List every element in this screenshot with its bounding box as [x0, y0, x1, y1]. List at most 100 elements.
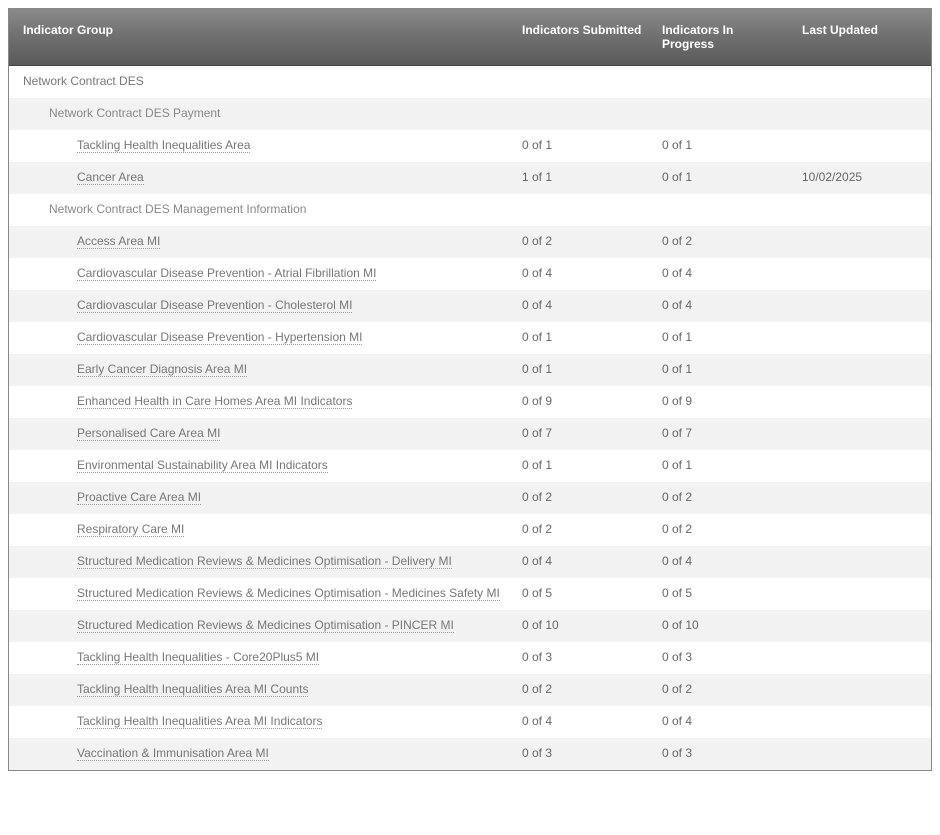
indicators-submitted-cell: 0 of 4 — [512, 290, 652, 320]
indicator-group-cell: Respiratory Care MI — [9, 514, 512, 544]
indicators-submitted-cell: 0 of 1 — [512, 450, 652, 480]
indicators-in-progress-cell: 0 of 2 — [652, 226, 792, 256]
indicator-group-cell: Enhanced Health in Care Homes Area MI In… — [9, 386, 512, 416]
table-body: Network Contract DESNetwork Contract DES… — [9, 66, 931, 770]
indicators-submitted-cell: 0 of 4 — [512, 706, 652, 736]
indicators-submitted-cell: 0 of 2 — [512, 226, 652, 256]
indicator-group-link[interactable]: Structured Medication Reviews & Medicine… — [77, 586, 500, 601]
indicators-submitted-cell: 0 of 4 — [512, 546, 652, 576]
table-row: Proactive Care Area MI0 of 20 of 2 — [9, 482, 931, 514]
indicator-group-link[interactable]: Structured Medication Reviews & Medicine… — [77, 618, 454, 633]
indicator-group-cell: Tackling Health Inequalities Area — [9, 130, 512, 160]
last-updated-cell — [792, 514, 932, 530]
indicator-group-link[interactable]: Structured Medication Reviews & Medicine… — [77, 554, 452, 569]
indicators-submitted-cell: 0 of 7 — [512, 418, 652, 448]
indicators-in-progress-cell: 0 of 7 — [652, 418, 792, 448]
indicator-group-link[interactable]: Tackling Health Inequalities Area MI Ind… — [77, 714, 322, 729]
indicator-group-cell: Personalised Care Area MI — [9, 418, 512, 448]
indicator-group-link[interactable]: Cardiovascular Disease Prevention - Atri… — [77, 266, 376, 281]
indicators-in-progress-cell — [652, 66, 792, 82]
table-row: Early Cancer Diagnosis Area MI 0 of 10 of… — [9, 354, 931, 386]
indicator-group-cell: Vaccination & Immunisation Area MI — [9, 738, 512, 768]
indicator-group-cell: Proactive Care Area MI — [9, 482, 512, 512]
indicators-in-progress-cell: 0 of 4 — [652, 546, 792, 576]
last-updated-cell — [792, 706, 932, 722]
header-last-updated[interactable]: Last Updated — [792, 9, 932, 65]
header-indicator-group[interactable]: Indicator Group — [9, 9, 512, 65]
table-row: Cardiovascular Disease Prevention - Hype… — [9, 322, 931, 354]
indicators-submitted-cell: 0 of 10 — [512, 610, 652, 640]
indicators-submitted-cell: 0 of 9 — [512, 386, 652, 416]
indicators-submitted-cell — [512, 194, 652, 210]
last-updated-cell — [792, 66, 932, 82]
indicator-group-link[interactable]: Enhanced Health in Care Homes Area MI In… — [77, 394, 352, 409]
indicator-group-link[interactable]: Respiratory Care MI — [77, 522, 184, 537]
indicator-group-cell: Tackling Health Inequalities Area MI Cou… — [9, 674, 512, 704]
table-row: Access Area MI 0 of 20 of 2 — [9, 226, 931, 258]
table-row: Structured Medication Reviews & Medicine… — [9, 610, 931, 642]
indicator-group-cell: Cardiovascular Disease Prevention - Atri… — [9, 258, 512, 288]
indicators-submitted-cell: 0 of 1 — [512, 354, 652, 384]
last-updated-cell — [792, 98, 932, 114]
indicator-group-link[interactable]: Cardiovascular Disease Prevention - Chol… — [77, 298, 352, 313]
indicators-in-progress-cell: 0 of 2 — [652, 514, 792, 544]
indicators-submitted-cell: 0 of 3 — [512, 738, 652, 768]
last-updated-cell — [792, 450, 932, 466]
last-updated-cell — [792, 418, 932, 434]
indicator-group-link[interactable]: Access Area MI — [77, 234, 160, 249]
indicators-in-progress-cell: 0 of 2 — [652, 674, 792, 704]
indicators-submitted-cell: 0 of 3 — [512, 642, 652, 672]
last-updated-cell — [792, 322, 932, 338]
indicators-in-progress-cell: 0 of 1 — [652, 354, 792, 384]
indicators-in-progress-cell: 0 of 9 — [652, 386, 792, 416]
indicator-group-link[interactable]: Environmental Sustainability Area MI Ind… — [77, 458, 328, 473]
table-header-row: Indicator Group Indicators Submitted Ind… — [9, 9, 931, 66]
indicators-in-progress-cell: 0 of 2 — [652, 482, 792, 512]
table-row: Network Contract DES Management Informat… — [9, 194, 931, 226]
indicator-group-cell: Structured Medication Reviews & Medicine… — [9, 610, 512, 640]
table-row: Tackling Health Inequalities Area MI Ind… — [9, 706, 931, 738]
indicators-submitted-cell: 1 of 1 — [512, 162, 652, 192]
indicators-in-progress-cell: 0 of 1 — [652, 450, 792, 480]
indicator-group-cell: Cardiovascular Disease Prevention - Hype… — [9, 322, 512, 352]
indicator-group-link[interactable]: Vaccination & Immunisation Area MI — [77, 746, 269, 761]
last-updated-cell — [792, 290, 932, 306]
last-updated-cell — [792, 546, 932, 562]
indicators-in-progress-cell: 0 of 1 — [652, 322, 792, 352]
header-indicators-submitted[interactable]: Indicators Submitted — [512, 9, 652, 65]
indicator-group-link[interactable]: Personalised Care Area MI — [77, 426, 220, 441]
indicator-group-cell: Structured Medication Reviews & Medicine… — [9, 578, 512, 608]
indicator-group-cell: Cardiovascular Disease Prevention - Chol… — [9, 290, 512, 320]
indicator-group-cell: Tackling Health Inequalities Area MI Ind… — [9, 706, 512, 736]
last-updated-cell — [792, 354, 932, 370]
indicators-in-progress-cell: 0 of 10 — [652, 610, 792, 640]
last-updated-cell — [792, 674, 932, 690]
indicator-group-link[interactable]: Cardiovascular Disease Prevention - Hype… — [77, 330, 362, 345]
last-updated-cell — [792, 482, 932, 498]
table-row: Cardiovascular Disease Prevention - Chol… — [9, 290, 931, 322]
last-updated-cell — [792, 738, 932, 754]
indicators-submitted-cell: 0 of 4 — [512, 258, 652, 288]
indicator-group-link[interactable]: Cancer Area — [77, 170, 144, 185]
table-row: Tackling Health Inequalities Area MI Cou… — [9, 674, 931, 706]
header-indicators-in-progress[interactable]: Indicators In Progress — [652, 9, 792, 65]
indicators-submitted-cell: 0 of 2 — [512, 514, 652, 544]
indicator-group-link[interactable]: Tackling Health Inequalities Area — [77, 138, 250, 153]
indicator-group-cell: Cancer Area — [9, 162, 512, 192]
last-updated-cell — [792, 258, 932, 274]
indicator-group-cell: Network Contract DES — [9, 66, 512, 96]
indicators-in-progress-cell: 0 of 4 — [652, 706, 792, 736]
indicators-submitted-cell: 0 of 1 — [512, 130, 652, 160]
indicator-group-cell: Early Cancer Diagnosis Area MI — [9, 354, 512, 384]
indicator-group-table: Indicator Group Indicators Submitted Ind… — [8, 8, 932, 771]
last-updated-cell — [792, 226, 932, 242]
last-updated-cell: 10/02/2025 — [792, 162, 932, 192]
indicator-group-link[interactable]: Proactive Care Area MI — [77, 490, 201, 505]
table-row: Network Contract DES Payment — [9, 98, 931, 130]
indicators-in-progress-cell: 0 of 4 — [652, 258, 792, 288]
indicators-in-progress-cell: 0 of 3 — [652, 738, 792, 768]
indicator-group-cell: Tackling Health Inequalities - Core20Plu… — [9, 642, 512, 672]
indicator-group-link[interactable]: Tackling Health Inequalities Area MI Cou… — [77, 682, 308, 697]
indicator-group-link[interactable]: Tackling Health Inequalities - Core20Plu… — [77, 650, 319, 665]
indicator-group-link[interactable]: Early Cancer Diagnosis Area MI — [77, 362, 247, 377]
